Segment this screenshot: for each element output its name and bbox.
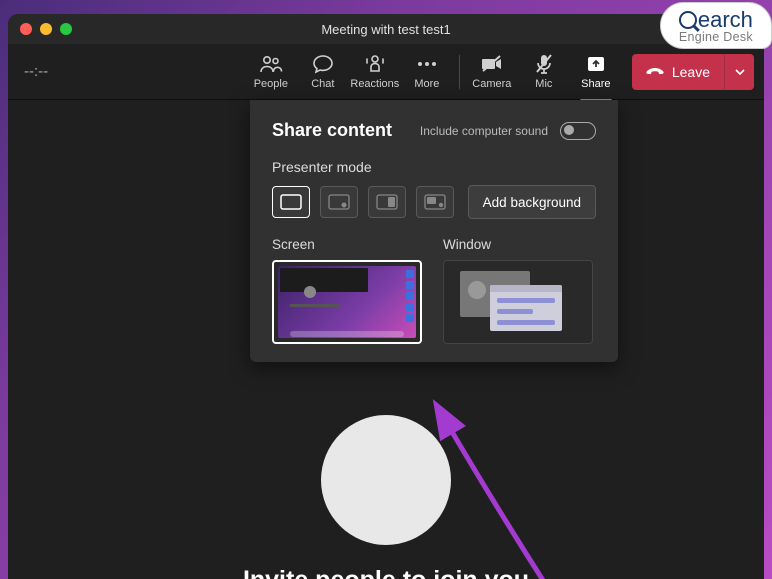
presenter-mode-content-only[interactable]: [272, 186, 310, 218]
hangup-icon: [646, 65, 664, 79]
presenter-mode-reporter[interactable]: [416, 186, 454, 218]
people-button[interactable]: People: [245, 53, 297, 90]
app-window: Meeting with test test1 --:-- People Cha…: [8, 14, 764, 579]
chat-icon: [312, 53, 334, 75]
screen-section-label: Screen: [272, 237, 425, 252]
chevron-down-icon: [735, 69, 745, 75]
watermark-line2: Engine Desk: [679, 31, 753, 44]
people-icon: [259, 53, 283, 75]
meeting-toolbar: --:-- People Chat Reactions: [8, 44, 764, 100]
title-bar: Meeting with test test1: [8, 14, 764, 44]
presenter-mode-side-by-side[interactable]: [368, 186, 406, 218]
leave-label: Leave: [672, 64, 710, 80]
invite-heading: Invite people to join you: [8, 566, 764, 579]
minimize-window-button[interactable]: [40, 23, 52, 35]
mic-button[interactable]: Mic: [518, 53, 570, 90]
include-sound-label: Include computer sound: [420, 124, 548, 138]
window-share-option[interactable]: [443, 260, 593, 344]
chat-label: Chat: [311, 78, 334, 90]
watermark-badge: earch Engine Desk: [660, 2, 772, 49]
watermark-line1: earch: [679, 9, 753, 31]
reactions-button[interactable]: Reactions: [349, 53, 401, 90]
share-button[interactable]: Share: [570, 53, 622, 90]
participant-avatar: [321, 415, 451, 545]
camera-off-icon: [480, 53, 504, 75]
camera-button[interactable]: Camera: [466, 53, 518, 90]
meeting-stage: Invite people to join you Share content …: [8, 100, 764, 579]
include-sound-toggle[interactable]: [560, 122, 596, 140]
mic-label: Mic: [535, 78, 552, 90]
leave-button[interactable]: Leave: [632, 54, 724, 90]
people-label: People: [254, 78, 288, 90]
share-label: Share: [581, 78, 610, 90]
share-icon: [586, 53, 606, 75]
chat-button[interactable]: Chat: [297, 53, 349, 90]
search-icon: [679, 11, 697, 29]
reactions-icon: [364, 53, 386, 75]
more-label: More: [414, 78, 439, 90]
share-panel-title: Share content: [272, 120, 420, 141]
toolbar-divider: [459, 55, 460, 89]
meeting-timer: --:--: [18, 63, 218, 80]
reactions-label: Reactions: [350, 78, 399, 90]
share-content-panel: Share content Include computer sound Pre…: [250, 100, 618, 362]
camera-label: Camera: [472, 78, 511, 90]
presenter-mode-label: Presenter mode: [272, 159, 596, 175]
more-button[interactable]: More: [401, 53, 453, 90]
presenter-mode-standout[interactable]: [320, 186, 358, 218]
add-background-button[interactable]: Add background: [468, 185, 596, 219]
mic-off-icon: [534, 53, 554, 75]
leave-dropdown-button[interactable]: [724, 54, 754, 90]
window-section-label: Window: [443, 237, 596, 252]
screen-share-option[interactable]: [272, 260, 422, 344]
window-controls: [20, 23, 72, 35]
maximize-window-button[interactable]: [60, 23, 72, 35]
more-icon: [416, 53, 438, 75]
close-window-button[interactable]: [20, 23, 32, 35]
window-title: Meeting with test test1: [20, 22, 752, 37]
